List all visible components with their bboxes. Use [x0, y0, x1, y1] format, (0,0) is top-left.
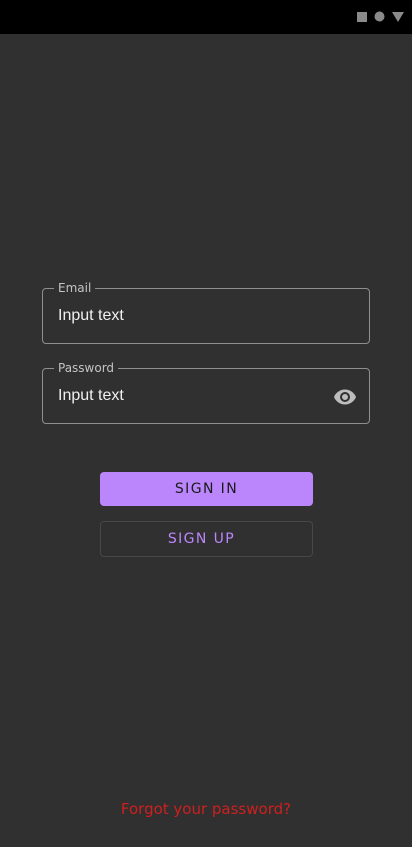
password-field[interactable]: Password	[42, 360, 370, 424]
forgot-password-link[interactable]: Forgot your password?	[0, 798, 412, 820]
email-label: Email	[54, 280, 96, 296]
login-screen: Email Password SIGN IN SIGN UP Forgot yo…	[0, 0, 412, 847]
sign-up-button[interactable]: SIGN UP	[100, 521, 313, 557]
email-field[interactable]: Email	[42, 280, 370, 344]
password-input[interactable]	[58, 386, 308, 406]
circle-icon	[374, 11, 385, 22]
sign-in-button[interactable]: SIGN IN	[100, 472, 313, 506]
email-input[interactable]	[58, 306, 308, 326]
status-bar	[0, 0, 412, 34]
eye-icon[interactable]	[333, 385, 357, 409]
triangle-down-icon	[392, 11, 404, 22]
square-icon	[357, 11, 367, 22]
password-label: Password	[54, 360, 119, 376]
status-icons	[357, 11, 404, 22]
